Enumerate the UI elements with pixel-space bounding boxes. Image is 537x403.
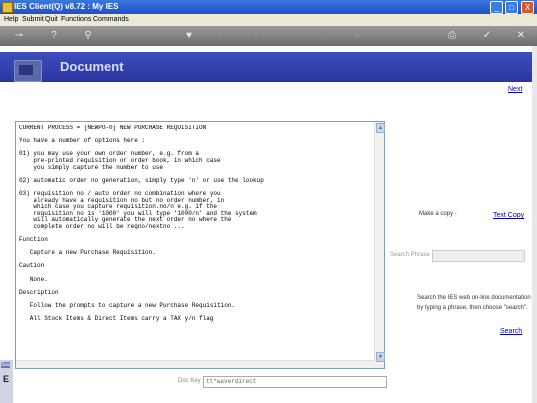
menu-submit[interactable]: Submit (22, 16, 44, 23)
menu-quit[interactable]: Quit (45, 16, 58, 23)
print-icon[interactable]: ⎙ (446, 30, 458, 42)
left-strip-label: Sea (1, 362, 10, 368)
scroll-up-icon[interactable]: ▲ (376, 123, 385, 133)
document-text-line: None. (19, 275, 48, 283)
key-icon[interactable]: ⊸ (10, 30, 28, 42)
vertical-scrollbar[interactable]: ▲ ▼ (374, 122, 385, 368)
document-text-line: CURRENT PROCESS = [NEWPO-0] NEW PURCHASE… (19, 125, 207, 131)
doc-key-label: Doc Key (178, 378, 201, 384)
search-button[interactable]: Search (500, 328, 522, 335)
close-window-button[interactable]: X (521, 1, 534, 14)
scroll-down-icon[interactable]: ▼ (376, 352, 385, 362)
left-strip-letter: E (3, 374, 10, 384)
document-header: Document (0, 52, 532, 82)
fast-forward-icon[interactable]: » (285, 30, 297, 42)
window-title: IES Client(Q) v8.72 : My IES (14, 2, 119, 11)
document-text-line: You have a number of options here : (19, 137, 146, 145)
search-icon[interactable]: ⚲ (82, 30, 94, 42)
app-icon (2, 2, 13, 13)
document-text-line (19, 270, 369, 277)
search-phrase-input[interactable] (432, 250, 525, 262)
copy-label: Make a copy - (419, 211, 457, 217)
close-icon[interactable]: ✕ (515, 30, 527, 42)
document-text-line: Function (19, 236, 48, 244)
title-bar: IES Client(Q) v8.72 : My IES _ □ X (0, 0, 537, 14)
menu-help[interactable]: Help (4, 16, 18, 23)
document-text-line (19, 231, 369, 238)
stop-icon[interactable]: ■ (351, 30, 363, 42)
minimize-button[interactable]: _ (490, 1, 503, 14)
document-text-line: Description (19, 288, 59, 296)
document-text-line: All Stock Items & Direct Items carry a T… (19, 315, 214, 323)
left-panel-strip: Sea E (0, 360, 13, 403)
document-text-line (19, 283, 369, 290)
document-text-line: Follow the prompts to capture a new Purc… (19, 302, 236, 310)
search-help-line2: by typing a phrase, then choose "search"… (417, 305, 528, 311)
next-link[interactable]: Next (508, 86, 522, 93)
document-text-line: Caution (19, 262, 45, 270)
document-text-line (19, 257, 369, 264)
document-text-line: you simply capture the number to use (19, 163, 164, 171)
page-title: Document (60, 59, 124, 74)
document-icon (14, 60, 42, 82)
menu-commands[interactable]: Commands (93, 16, 129, 23)
rewind-icon[interactable]: « (250, 30, 262, 42)
heart-icon[interactable]: ♥ (183, 30, 195, 42)
doc-key-input[interactable]: tt*waverdirect (203, 376, 387, 388)
menu-functions[interactable]: Functions (61, 16, 91, 23)
document-text: CURRENT PROCESS = [NEWPO-0] NEW PURCHASE… (19, 125, 369, 363)
forward-icon[interactable]: › (318, 30, 330, 42)
toolbar: ⊸ ? ⚲ ♥ ↻ « » › ■ ⎙ ✓ ✕ (0, 26, 537, 46)
search-help-line1: Search the IES web on-line documentation (417, 295, 531, 301)
document-textbox[interactable]: CURRENT PROCESS = [NEWPO-0] NEW PURCHASE… (15, 121, 385, 369)
search-phrase-label: Search Phrase (390, 252, 430, 258)
document-text-line: complete order no will be reqno/nextno .… (19, 222, 185, 230)
horizontal-scrollbar[interactable] (16, 360, 375, 368)
help-icon[interactable]: ? (48, 30, 60, 42)
menu-bar: Help Submit Quit Functions Commands (0, 14, 537, 26)
window-scrollbar[interactable] (532, 46, 537, 403)
check-icon[interactable]: ✓ (481, 30, 493, 42)
text-copy-link[interactable]: Text Copy (493, 212, 524, 219)
maximize-button[interactable]: □ (505, 1, 518, 14)
document-text-line: Capture a new Purchase Requisition. (19, 249, 156, 257)
document-text-line: 02) automatic order no generation, simpl… (19, 176, 264, 184)
refresh-icon[interactable]: ↻ (216, 30, 228, 42)
